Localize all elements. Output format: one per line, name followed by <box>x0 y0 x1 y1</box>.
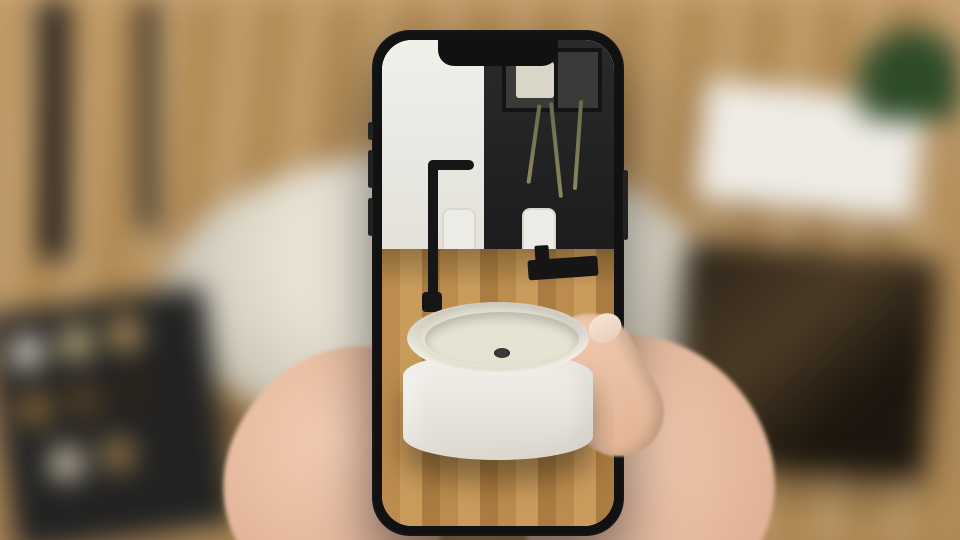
volume-up-button[interactable] <box>368 150 373 188</box>
swatch-dot <box>114 372 152 410</box>
smartphone[interactable] <box>372 30 624 536</box>
ar-hanging-vine <box>527 104 542 184</box>
swatch-dot <box>16 390 54 428</box>
black-stand-left-2 <box>140 0 156 230</box>
phone-screen[interactable] <box>382 40 614 526</box>
swatch-dot <box>47 444 85 482</box>
colour-swatch-board <box>0 286 236 540</box>
swatch-dot <box>65 381 103 419</box>
black-stand-left <box>40 0 68 260</box>
swatch-dot <box>8 333 46 371</box>
ar-camera-view[interactable] <box>382 40 614 526</box>
swatch-dot <box>106 315 144 353</box>
volume-down-button[interactable] <box>368 198 373 236</box>
swatch-dot <box>99 435 137 473</box>
plant-corner <box>840 0 960 120</box>
ar-basin-rim <box>407 302 589 374</box>
photo-scene <box>0 0 960 540</box>
ar-basin-bowl <box>425 312 579 366</box>
ar-hanging-vine <box>573 100 583 190</box>
swatch-dot <box>57 324 95 362</box>
ar-vessel-sink[interactable] <box>403 302 593 472</box>
ar-hanging-vine <box>549 102 563 198</box>
ar-faucet <box>428 160 438 300</box>
ar-basin-drain <box>494 348 510 358</box>
power-button[interactable] <box>623 170 628 240</box>
mute-switch[interactable] <box>368 122 373 140</box>
display-notch <box>438 40 558 66</box>
